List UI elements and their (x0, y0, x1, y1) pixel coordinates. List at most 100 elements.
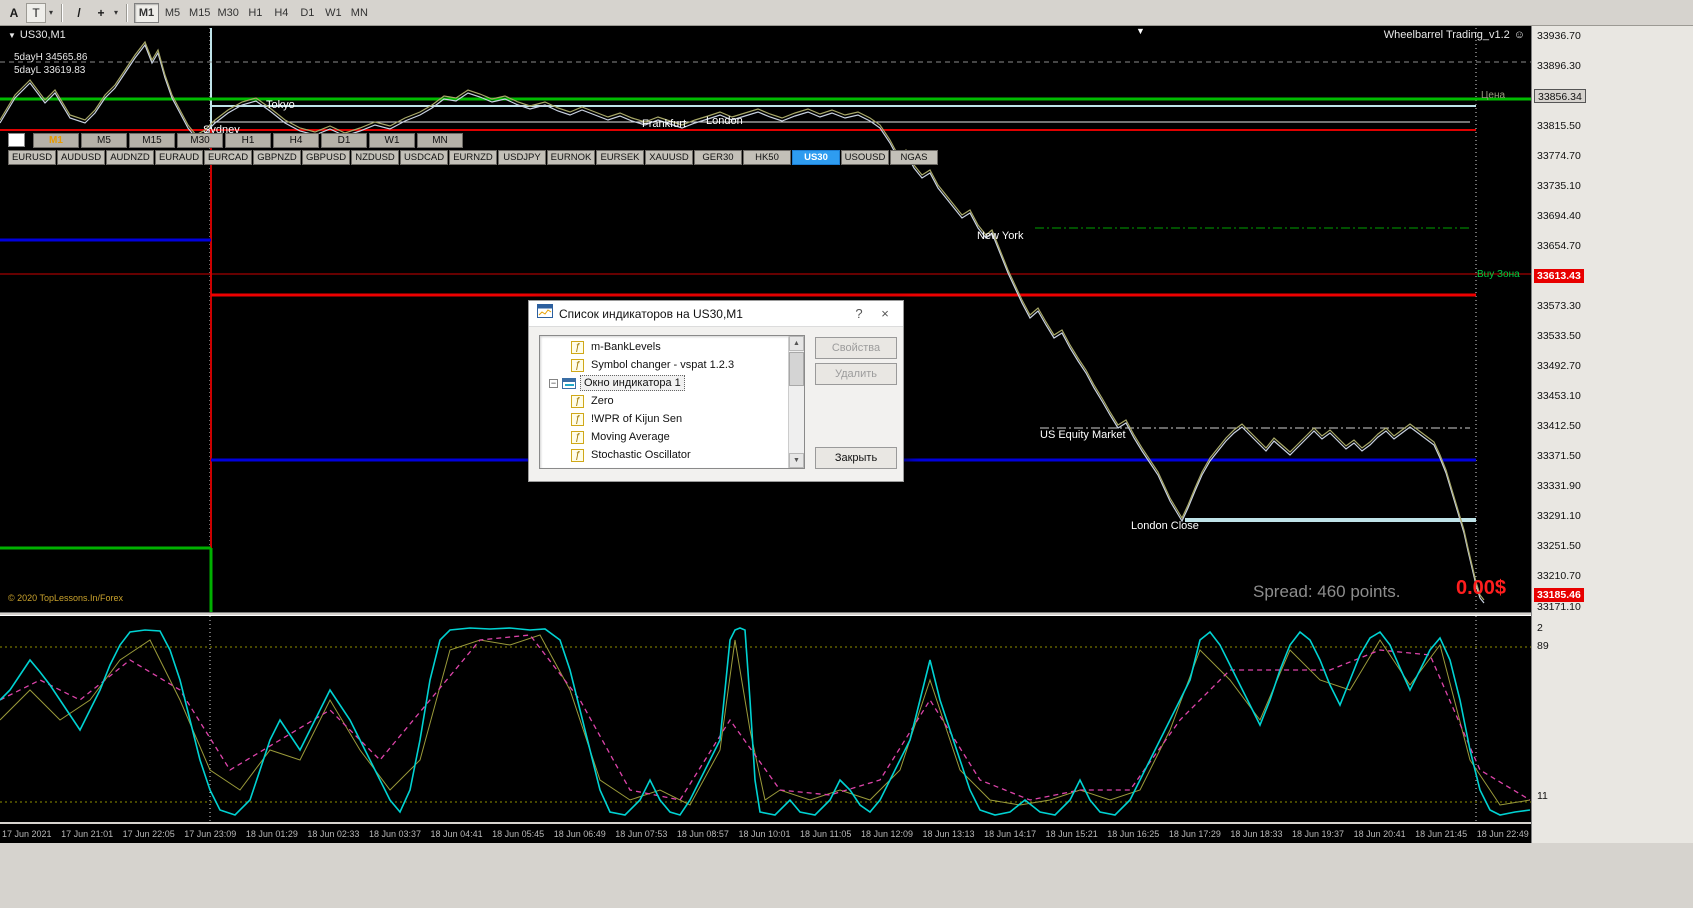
symbol-button-ngas[interactable]: NGAS (890, 150, 938, 165)
symbol-button-usousd[interactable]: USOUSD (841, 150, 889, 165)
toolbar-timeframe-m15[interactable]: M15 (186, 3, 213, 23)
list-scrollbar[interactable]: ▲ ▼ (788, 336, 804, 468)
bar-marker-icon: ▼ (1136, 26, 1145, 36)
chart-timeframe-w1[interactable]: W1 (369, 133, 415, 148)
tools-dropdown-icon[interactable]: ▾ (114, 8, 118, 17)
toolbar-separator (126, 3, 128, 22)
toolbar-timeframe-m30[interactable]: M30 (214, 3, 241, 23)
indicator-item[interactable]: ƒ Symbol changer - vspat 1.2.3 (541, 356, 787, 374)
indicator-item[interactable]: ƒ m-BankLevels (541, 338, 787, 356)
symbol-button-eurcad[interactable]: EURCAD (204, 150, 252, 165)
dialog-close-button[interactable]: × (875, 305, 895, 323)
symbol-button-nzdusd[interactable]: NZDUSD (351, 150, 399, 165)
indicator-item[interactable]: − Окно индикатора 1 (541, 374, 787, 392)
price-axis-label: 33331.90 (1537, 480, 1581, 492)
chart-timeframe-h4[interactable]: H4 (273, 133, 319, 148)
price-axis-label: 33613.43 (1534, 269, 1584, 283)
time-axis-label: 17 Jun 23:09 (184, 828, 237, 839)
close-button[interactable]: Закрыть (815, 447, 897, 469)
dialog-chart-icon (537, 304, 553, 323)
price-axis-label: 33371.50 (1537, 450, 1581, 462)
indicator-item[interactable]: ƒ !WPR of Kijun Sen (541, 410, 787, 428)
buy-zone-label: Buy Зона (1477, 269, 1520, 280)
toolbar-timeframe-m1[interactable]: M1 (134, 2, 160, 23)
time-axis-label: 18 Jun 12:09 (860, 828, 913, 839)
price-axis[interactable]: 33936.70 33896.30 33856.34 33815.50 33774.70… (1531, 26, 1693, 843)
symbol-button-eurusd[interactable]: EURUSD (8, 150, 56, 165)
time-axis-label: 18 Jun 07:53 (615, 828, 668, 839)
symbol-changer-box[interactable] (8, 133, 25, 147)
chart-timeframe-m30[interactable]: M30 (177, 133, 223, 148)
indicator-item-label: m-BankLevels (591, 341, 661, 353)
indicator-item-label: Zero (591, 395, 614, 407)
chart-timeframe-m1[interactable]: M1 (33, 133, 79, 148)
main-toolbar: A T ▾ / + ▾ M1 M5 M15 M30 H1 H4 D1 W1 MN (0, 0, 1693, 26)
function-icon: ƒ (571, 448, 584, 462)
time-axis-label: 18 Jun 21:45 (1415, 828, 1468, 839)
time-axis-label: 17 Jun 22:05 (122, 828, 175, 839)
chart-timeframe-m5[interactable]: M5 (81, 133, 127, 148)
toolbar-timeframe-h4[interactable]: H4 (269, 3, 294, 23)
symbol-button-usdcad[interactable]: USDCAD (400, 150, 448, 165)
indicator-item[interactable]: ƒ Moving Average (541, 428, 787, 446)
price-axis-label: 33735.10 (1537, 180, 1581, 192)
toolbar-timeframe-mn[interactable]: MN (347, 3, 372, 23)
smiley-icon: ☺ (1513, 29, 1525, 41)
scroll-thumb[interactable] (789, 352, 804, 386)
symbol-button-xauusd[interactable]: XAUUSD (645, 150, 693, 165)
arrow-tools-icon[interactable]: A (4, 3, 24, 23)
indicator-title-text: Wheelbarrel Trading_v1.2 (1383, 29, 1510, 41)
indicator-list[interactable]: ƒ m-BankLevels ƒ Symbol changer - vspat 1.2… (539, 335, 805, 469)
price-axis-label: 33774.70 (1537, 150, 1581, 162)
crosshair-tool-icon[interactable]: + (91, 3, 111, 23)
price-axis-label: 33533.50 (1537, 330, 1581, 342)
spread-label: Spread: 460 points. (1253, 582, 1401, 601)
oscillator-signal-line (0, 634, 1531, 801)
line-tools-icon[interactable]: / (69, 3, 89, 23)
scroll-down-icon[interactable]: ▼ (789, 453, 804, 468)
symbol-button-us30[interactable]: US30 (792, 150, 840, 165)
dialog-titlebar[interactable]: Список индикаторов на US30,M1 ? × (529, 301, 903, 327)
chart-timeframe-h1[interactable]: H1 (225, 133, 271, 148)
symbol-button-hk50[interactable]: HK50 (743, 150, 791, 165)
properties-button[interactable]: Свойства (815, 337, 897, 359)
toolbar-timeframe-w1[interactable]: W1 (321, 3, 346, 23)
chart-indicator-separator[interactable] (0, 612, 1531, 616)
dialog-help-button[interactable]: ? (849, 305, 869, 323)
scroll-up-icon[interactable]: ▲ (789, 336, 804, 351)
delete-button[interactable]: Удалить (815, 363, 897, 385)
price-axis-label: 33936.70 (1537, 30, 1581, 42)
symbol-button-usdjpy[interactable]: USDJPY (498, 150, 546, 165)
chart-timeframe-m15[interactable]: M15 (129, 133, 175, 148)
symbol-button-audusd[interactable]: AUDUSD (57, 150, 105, 165)
function-icon: ƒ (571, 340, 584, 354)
text-tool-dropdown-icon[interactable]: ▾ (49, 8, 53, 17)
symbol-button-eurnok[interactable]: EURNOK (547, 150, 595, 165)
indicator-item[interactable]: ƒ Zero (541, 392, 787, 410)
indicator-item[interactable]: ƒ Stochastic Oscillator (541, 446, 787, 464)
symbol-button-ger30[interactable]: GER30 (694, 150, 742, 165)
dialog-title: Список индикаторов на US30,M1 (559, 306, 743, 321)
symbol-button-gbpusd[interactable]: GBPUSD (302, 150, 350, 165)
chart-symbol-label[interactable]: ▼ US30,M1 (8, 29, 66, 41)
toolbar-timeframe-m5[interactable]: M5 (160, 3, 185, 23)
time-axis-label: 18 Jun 13:13 (922, 828, 975, 839)
symbol-button-euraud[interactable]: EURAUD (155, 150, 203, 165)
price-axis-label: 89 (1537, 640, 1549, 652)
text-tool-icon[interactable]: T (26, 2, 46, 23)
time-axis-label: 18 Jun 16:25 (1107, 828, 1160, 839)
symbol-button-gbpnzd[interactable]: GBPNZD (253, 150, 301, 165)
time-axis[interactable]: 17 Jun 2021 17 Jun 21:01 17 Jun 22:05 17 Ju… (0, 824, 1531, 843)
toolbar-timeframe-d1[interactable]: D1 (295, 3, 320, 23)
chart-timeframe-d1[interactable]: D1 (321, 133, 367, 148)
symbol-button-audnzd[interactable]: AUDNZD (106, 150, 154, 165)
toolbar-timeframe-h1[interactable]: H1 (243, 3, 268, 23)
price-axis-label: 33171.10 (1537, 601, 1581, 613)
tree-expander-icon[interactable]: − (549, 378, 558, 388)
price-axis-label: 33815.50 (1537, 120, 1581, 132)
chart-window[interactable]: ▼ US30,M1 ▼ Wheelbarrel Trading_v1.2 ☺ 5… (0, 26, 1531, 843)
chart-timeframe-mn[interactable]: MN (417, 133, 463, 148)
symbol-button-eursek[interactable]: EURSEK (596, 150, 644, 165)
symbol-button-eurnzd[interactable]: EURNZD (449, 150, 497, 165)
time-axis-label: 17 Jun 2021 (2, 828, 52, 839)
